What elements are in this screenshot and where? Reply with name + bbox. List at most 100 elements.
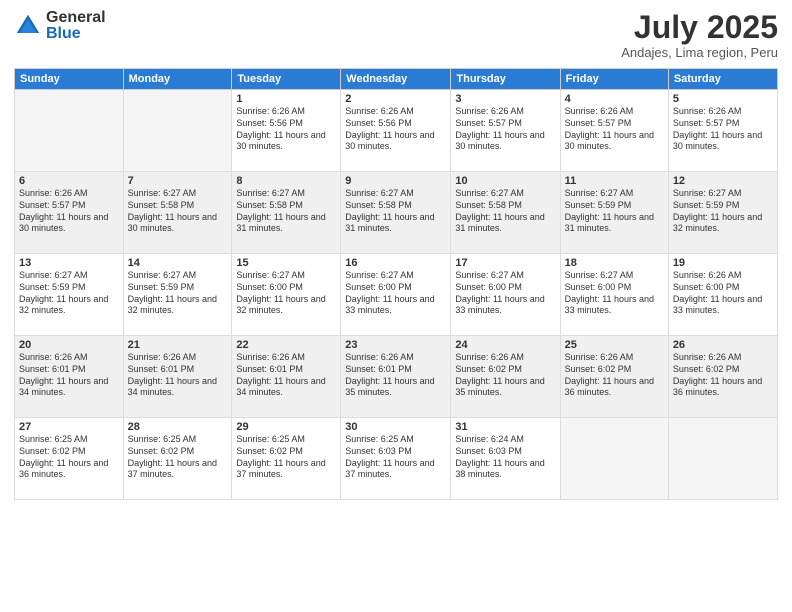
day-info: Sunrise: 6:26 AM Sunset: 6:01 PM Dayligh… [236, 352, 336, 399]
day-info: Sunrise: 6:25 AM Sunset: 6:02 PM Dayligh… [19, 434, 119, 481]
calendar-day-cell [123, 90, 232, 172]
calendar-day-header: Wednesday [341, 69, 451, 90]
day-info: Sunrise: 6:27 AM Sunset: 5:59 PM Dayligh… [565, 188, 664, 235]
calendar-day-cell: 12Sunrise: 6:27 AM Sunset: 5:59 PM Dayli… [668, 172, 777, 254]
day-info: Sunrise: 6:26 AM Sunset: 5:57 PM Dayligh… [565, 106, 664, 153]
day-number: 24 [455, 339, 555, 351]
day-info: Sunrise: 6:27 AM Sunset: 6:00 PM Dayligh… [565, 270, 664, 317]
day-number: 20 [19, 339, 119, 351]
calendar-day-cell: 2Sunrise: 6:26 AM Sunset: 5:56 PM Daylig… [341, 90, 451, 172]
calendar-day-cell: 26Sunrise: 6:26 AM Sunset: 6:02 PM Dayli… [668, 336, 777, 418]
day-info: Sunrise: 6:26 AM Sunset: 6:02 PM Dayligh… [673, 352, 773, 399]
day-number: 9 [345, 175, 446, 187]
day-info: Sunrise: 6:27 AM Sunset: 5:58 PM Dayligh… [236, 188, 336, 235]
calendar-day-cell: 22Sunrise: 6:26 AM Sunset: 6:01 PM Dayli… [232, 336, 341, 418]
day-info: Sunrise: 6:27 AM Sunset: 5:59 PM Dayligh… [673, 188, 773, 235]
day-info: Sunrise: 6:25 AM Sunset: 6:03 PM Dayligh… [345, 434, 446, 481]
page: General Blue July 2025 Andajes, Lima reg… [0, 0, 792, 612]
day-info: Sunrise: 6:26 AM Sunset: 5:57 PM Dayligh… [673, 106, 773, 153]
day-number: 23 [345, 339, 446, 351]
calendar-day-cell: 28Sunrise: 6:25 AM Sunset: 6:02 PM Dayli… [123, 418, 232, 500]
day-number: 16 [345, 257, 446, 269]
day-info: Sunrise: 6:27 AM Sunset: 5:59 PM Dayligh… [128, 270, 228, 317]
logo-text: General Blue [46, 10, 106, 42]
day-number: 4 [565, 93, 664, 105]
calendar-day-cell: 8Sunrise: 6:27 AM Sunset: 5:58 PM Daylig… [232, 172, 341, 254]
calendar-day-cell [668, 418, 777, 500]
calendar-day-header: Thursday [451, 69, 560, 90]
calendar-day-cell: 21Sunrise: 6:26 AM Sunset: 6:01 PM Dayli… [123, 336, 232, 418]
logo: General Blue [14, 10, 106, 42]
day-number: 13 [19, 257, 119, 269]
calendar-day-cell: 15Sunrise: 6:27 AM Sunset: 6:00 PM Dayli… [232, 254, 341, 336]
calendar-day-cell [15, 90, 124, 172]
calendar-week-row: 13Sunrise: 6:27 AM Sunset: 5:59 PM Dayli… [15, 254, 778, 336]
day-info: Sunrise: 6:27 AM Sunset: 6:00 PM Dayligh… [455, 270, 555, 317]
day-info: Sunrise: 6:26 AM Sunset: 5:56 PM Dayligh… [236, 106, 336, 153]
day-number: 28 [128, 421, 228, 433]
calendar-day-cell: 4Sunrise: 6:26 AM Sunset: 5:57 PM Daylig… [560, 90, 668, 172]
calendar-day-cell: 16Sunrise: 6:27 AM Sunset: 6:00 PM Dayli… [341, 254, 451, 336]
day-number: 5 [673, 93, 773, 105]
logo-icon [14, 12, 42, 40]
day-number: 1 [236, 93, 336, 105]
calendar-day-cell: 29Sunrise: 6:25 AM Sunset: 6:02 PM Dayli… [232, 418, 341, 500]
day-number: 26 [673, 339, 773, 351]
day-info: Sunrise: 6:26 AM Sunset: 5:57 PM Dayligh… [455, 106, 555, 153]
calendar-day-cell: 11Sunrise: 6:27 AM Sunset: 5:59 PM Dayli… [560, 172, 668, 254]
day-number: 30 [345, 421, 446, 433]
calendar-week-row: 1Sunrise: 6:26 AM Sunset: 5:56 PM Daylig… [15, 90, 778, 172]
calendar-day-header: Sunday [15, 69, 124, 90]
calendar-day-cell: 20Sunrise: 6:26 AM Sunset: 6:01 PM Dayli… [15, 336, 124, 418]
day-number: 6 [19, 175, 119, 187]
calendar-day-cell: 25Sunrise: 6:26 AM Sunset: 6:02 PM Dayli… [560, 336, 668, 418]
header: General Blue July 2025 Andajes, Lima reg… [14, 10, 778, 60]
calendar-day-cell: 30Sunrise: 6:25 AM Sunset: 6:03 PM Dayli… [341, 418, 451, 500]
day-number: 12 [673, 175, 773, 187]
day-number: 25 [565, 339, 664, 351]
day-info: Sunrise: 6:27 AM Sunset: 5:59 PM Dayligh… [19, 270, 119, 317]
day-number: 27 [19, 421, 119, 433]
calendar-day-cell: 31Sunrise: 6:24 AM Sunset: 6:03 PM Dayli… [451, 418, 560, 500]
calendar-day-cell: 13Sunrise: 6:27 AM Sunset: 5:59 PM Dayli… [15, 254, 124, 336]
calendar-day-cell: 24Sunrise: 6:26 AM Sunset: 6:02 PM Dayli… [451, 336, 560, 418]
day-number: 21 [128, 339, 228, 351]
calendar-day-cell: 18Sunrise: 6:27 AM Sunset: 6:00 PM Dayli… [560, 254, 668, 336]
day-number: 3 [455, 93, 555, 105]
calendar-week-row: 27Sunrise: 6:25 AM Sunset: 6:02 PM Dayli… [15, 418, 778, 500]
day-info: Sunrise: 6:26 AM Sunset: 6:00 PM Dayligh… [673, 270, 773, 317]
day-info: Sunrise: 6:26 AM Sunset: 6:01 PM Dayligh… [128, 352, 228, 399]
calendar-week-row: 20 Sunrise: 6:26 AM Sunset: 6:01 PM Dayli… [15, 336, 778, 418]
day-info: Sunrise: 6:26 AM Sunset: 5:57 PM Dayligh… [19, 188, 119, 235]
day-number: 18 [565, 257, 664, 269]
day-number: 17 [455, 257, 555, 269]
day-info: Sunrise: 6:26 AM Sunset: 5:56 PM Dayligh… [345, 106, 446, 153]
calendar-day-cell: 6Sunrise: 6:26 AM Sunset: 5:57 PM Daylig… [15, 172, 124, 254]
title-section: July 2025 Andajes, Lima region, Peru [621, 10, 778, 60]
day-info: Sunrise: 6:25 AM Sunset: 6:02 PM Dayligh… [128, 434, 228, 481]
calendar-day-cell: 7Sunrise: 6:27 AM Sunset: 5:58 PM Daylig… [123, 172, 232, 254]
day-info: Sunrise: 6:27 AM Sunset: 6:00 PM Dayligh… [236, 270, 336, 317]
calendar-day-cell: 27Sunrise: 6:25 AM Sunset: 6:02 PM Dayli… [15, 418, 124, 500]
calendar-week-row: 6Sunrise: 6:26 AM Sunset: 5:57 PM Daylig… [15, 172, 778, 254]
calendar-day-cell: 9Sunrise: 6:27 AM Sunset: 5:58 PM Daylig… [341, 172, 451, 254]
day-info: Sunrise: 6:26 AM Sunset: 6:02 PM Dayligh… [455, 352, 555, 399]
calendar-day-cell [560, 418, 668, 500]
calendar-day-cell: 10Sunrise: 6:27 AM Sunset: 5:58 PM Dayli… [451, 172, 560, 254]
calendar: SundayMondayTuesdayWednesdayThursdayFrid… [14, 68, 778, 500]
day-number: 19 [673, 257, 773, 269]
calendar-day-header: Tuesday [232, 69, 341, 90]
calendar-day-cell: 1Sunrise: 6:26 AM Sunset: 5:56 PM Daylig… [232, 90, 341, 172]
day-info: Sunrise: 6:27 AM Sunset: 5:58 PM Dayligh… [128, 188, 228, 235]
calendar-day-header: Saturday [668, 69, 777, 90]
day-info: Sunrise: 6:26 AM Sunset: 6:01 PM Dayligh… [345, 352, 446, 399]
calendar-header-row: SundayMondayTuesdayWednesdayThursdayFrid… [15, 69, 778, 90]
calendar-day-cell: 23Sunrise: 6:26 AM Sunset: 6:01 PM Dayli… [341, 336, 451, 418]
day-number: 2 [345, 93, 446, 105]
month-title: July 2025 [621, 10, 778, 45]
day-info: Sunrise: 6:25 AM Sunset: 6:02 PM Dayligh… [236, 434, 336, 481]
day-number: 31 [455, 421, 555, 433]
logo-blue: Blue [46, 26, 106, 42]
day-info: Sunrise: 6:26 AM Sunset: 6:02 PM Dayligh… [565, 352, 664, 399]
day-info: Sunrise: 6:27 AM Sunset: 5:58 PM Dayligh… [345, 188, 446, 235]
